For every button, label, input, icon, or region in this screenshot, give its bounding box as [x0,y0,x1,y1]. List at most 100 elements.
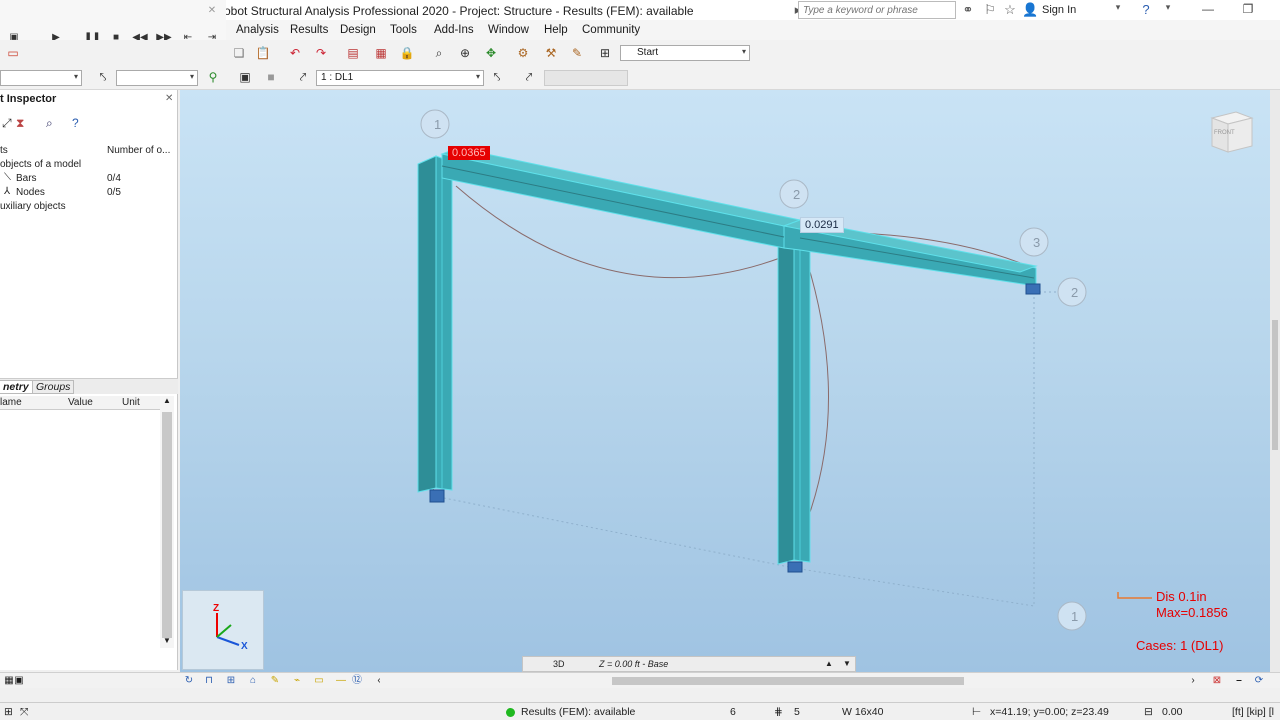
menu-help[interactable]: Help [544,24,568,36]
help-icon[interactable]: ? [72,116,79,130]
view-cube[interactable]: FRONT [1206,104,1258,156]
axis-indicator: Z X [182,590,264,670]
menu-design[interactable]: Design [340,24,376,36]
structure-model[interactable] [180,90,1270,672]
undo-icon[interactable]: ↶ [286,44,304,62]
tables-icon[interactable]: ▤ [344,44,362,62]
selection-icon[interactable]: ⤣ [94,68,112,86]
close-icon[interactable]: ✕ [165,93,173,104]
bar-tool-icon[interactable]: ⊠ [1208,672,1226,690]
scrollbar-thumb[interactable] [612,677,964,685]
filter-combo[interactable]: ▾ [116,70,198,86]
menu-bar: Analysis Results Design Tools Add-Ins Wi… [226,20,1280,40]
status-cursor-icon[interactable]: ⤧ [20,706,28,719]
level-up-icon[interactable]: ▲ [825,659,833,668]
viewport-vertical-scrollbar[interactable] [1270,90,1280,672]
tab-geometry[interactable]: netry [0,380,33,394]
beam [440,147,1041,295]
scrollbar-thumb[interactable] [1272,320,1278,450]
layout-combo[interactable]: Start ▾ [620,45,750,61]
filter-icon[interactable]: ⚲ [204,68,222,86]
tree-auxiliary-objects[interactable]: uxiliary objects [0,201,66,212]
case-select-icon[interactable]: ⤤ [294,68,312,86]
search-input[interactable] [798,1,956,19]
help-dropdown-icon[interactable]: ▾ [1160,2,1176,13]
paste-icon[interactable]: 📋 [254,44,272,62]
view-tool-icon[interactable]: ▭ [310,672,328,690]
viewport-horizontal-scrollbar[interactable] [380,675,1200,687]
structure-viewport[interactable]: 1 2 3 2 1 0.0365 0.0291 Dis 0.1in Max=0.… [180,90,1270,672]
results-status: Results (FEM): available [521,706,636,718]
zoom-icon[interactable]: ⌕ [430,44,448,62]
load-case-combo[interactable]: 1 : DL1 ▾ [316,70,484,86]
property-scrollbar[interactable]: ▲ ▼ [160,396,174,648]
case-next-icon[interactable]: ⤣ [488,68,506,86]
bar-tool-icon[interactable]: ⟳ [1250,672,1268,690]
copy-icon[interactable]: ❏ [230,44,248,62]
chevron-down-icon[interactable]: ▾ [1110,2,1126,13]
node-label: 2 [793,187,801,202]
pin-icon[interactable]: ⤢ [2,116,12,131]
app-window: obot Structural Analysis Professional 20… [0,0,1280,720]
menu-results[interactable]: Results [290,24,328,36]
view-tool-icon[interactable]: ⑫ [348,672,366,690]
view-tool-icon[interactable]: ⌂ [244,672,262,690]
display-icon[interactable]: ▣ [236,68,254,86]
view-tool-icon[interactable]: ⌁ [288,672,306,690]
layout-icon[interactable]: ⊞ [596,44,614,62]
mode-combo[interactable] [544,70,628,86]
attributes-icon[interactable]: ■ [262,68,280,86]
tree-item-bars[interactable]: Bars [16,173,37,184]
tree-model-objects[interactable]: objects of a model [0,159,81,170]
selection-combo[interactable]: ▾ [0,70,82,86]
units-display[interactable]: [ft] [kip] [l [1232,706,1274,718]
view-status-bar: 3D Z = 0.00 ft - Base ▲ ▼ [522,656,856,672]
new-icon[interactable]: ▭ [4,44,22,62]
sign-in-link[interactable]: Sign In [1042,4,1076,16]
bar-tool-icon[interactable]: ⎯ [1230,672,1248,690]
design-icon[interactable]: ✎ [568,44,586,62]
help-icon[interactable]: ? [1138,2,1154,17]
analysis-icon[interactable]: ⚙ [514,44,532,62]
restore-button[interactable]: ❐ [1238,2,1258,16]
scrollbar-thumb[interactable] [162,412,172,638]
view-mode[interactable]: 3D [553,659,565,669]
tree-root[interactable]: ts [0,145,8,156]
pan-icon[interactable]: ✥ [482,44,500,62]
status-grid-icon[interactable]: ⊞ [4,706,13,718]
save-view-icon[interactable]: ▣ [10,672,28,690]
view-tool-icon[interactable]: ✎ [266,672,284,690]
binoculars-icon[interactable]: ⚭ [960,2,976,18]
mode-icon[interactable]: ⤤ [520,68,538,86]
favorites-icon[interactable]: ☆ [1002,2,1018,18]
menu-community[interactable]: Community [582,24,640,36]
load-case-value: 1 : DL1 [321,72,354,83]
menu-window[interactable]: Window [488,24,529,36]
results-table-icon[interactable]: ▦ [372,44,390,62]
communication-icon[interactable]: ⚐ [982,2,998,18]
minimize-button[interactable]: — [1198,2,1218,16]
close-icon[interactable]: ✕ [204,4,220,18]
view-tool-icon[interactable]: ⊓ [200,672,218,690]
calculate-icon[interactable]: ⚒ [542,44,560,62]
chevron-down-icon[interactable]: ▼ [163,636,171,645]
level-down-icon[interactable]: ▼ [843,659,851,668]
view-tool-icon[interactable]: ⊞ [222,672,240,690]
tree-item-nodes[interactable]: Nodes [16,187,45,198]
zoom-window-icon[interactable]: ⊕ [456,44,474,62]
redo-icon[interactable]: ↷ [312,44,330,62]
bar-count-icon: ⋕ [774,706,783,718]
view-tool-icon[interactable]: ↻ [180,672,198,690]
hourglass-icon[interactable]: ⧗ [16,116,24,131]
search-icon[interactable]: ⌕ [46,116,53,131]
angle-icon: ⊟ [1144,706,1153,718]
menu-add-ins[interactable]: Add-Ins [434,24,474,36]
chevron-up-icon[interactable]: ▲ [163,396,171,405]
lock-icon[interactable]: 🔒 [398,44,416,62]
section-name[interactable]: W 16x40 [842,706,883,718]
tab-groups[interactable]: Groups [32,380,75,394]
node-label: 1 [1071,609,1079,624]
menu-tools[interactable]: Tools [390,24,417,36]
scroll-right-icon[interactable]: › [1184,672,1202,690]
menu-analysis[interactable]: Analysis [236,24,279,36]
